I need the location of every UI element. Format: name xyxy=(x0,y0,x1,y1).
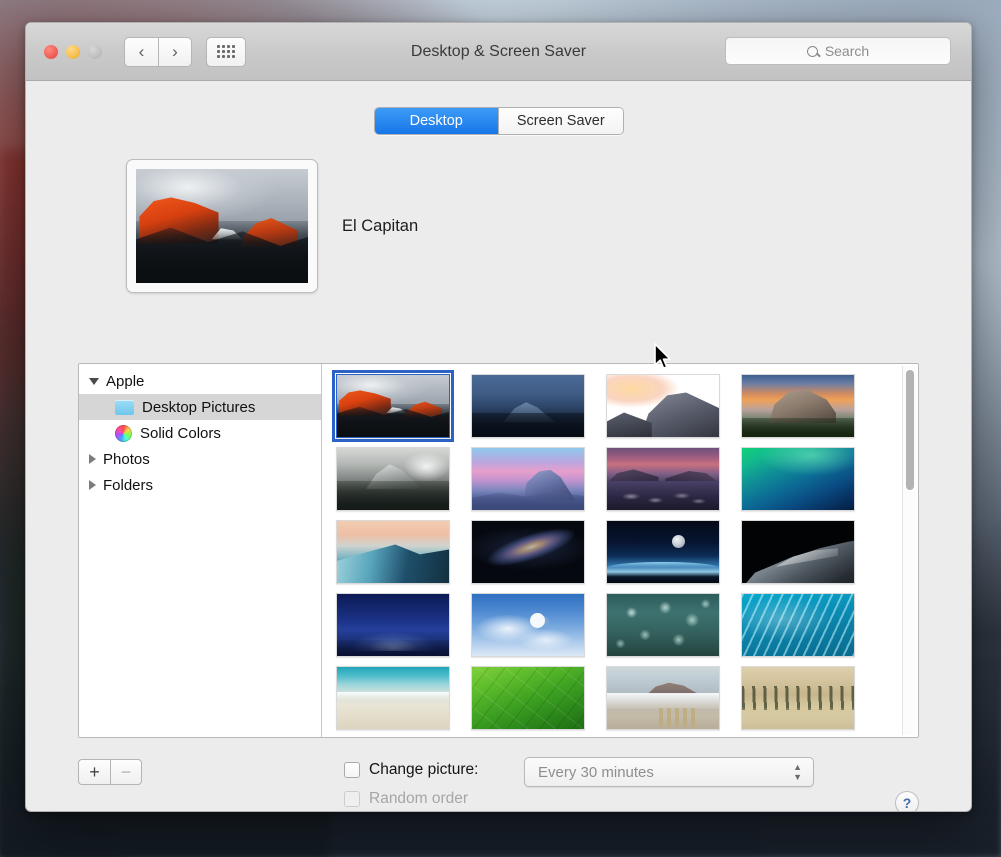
help-button[interactable]: ? xyxy=(895,791,919,811)
wallpaper-thumbnail[interactable] xyxy=(741,447,855,511)
chevron-left-icon: ‹ xyxy=(138,42,145,61)
source-item-photos[interactable]: Photos xyxy=(79,446,321,472)
thumbnail-image xyxy=(337,521,449,583)
change-picture-label: Change picture: xyxy=(369,761,479,778)
vertical-scrollbar[interactable] xyxy=(902,366,916,735)
interval-selected-value: Every 30 minutes xyxy=(538,763,654,781)
grid-view-icon xyxy=(217,45,235,58)
thumbnail-image xyxy=(472,521,584,583)
change-picture-row: Change picture: xyxy=(344,761,478,779)
wallpaper-thumbnail[interactable] xyxy=(471,593,585,657)
wallpaper-thumbnail[interactable] xyxy=(741,593,855,657)
scrollbar-thumb[interactable] xyxy=(906,370,914,490)
system-preferences-window: ‹ › Desktop & Screen Saver Search Deskto… xyxy=(25,22,972,812)
wallpaper-thumbnail[interactable] xyxy=(741,666,855,730)
wallpaper-thumbnail[interactable] xyxy=(336,593,450,657)
preferences-content: Desktop Screen Saver El Capitan Apple De… xyxy=(26,81,971,811)
current-wallpaper-name: El Capitan xyxy=(342,216,419,235)
forward-button[interactable]: › xyxy=(158,36,192,67)
thumbnail-image xyxy=(607,521,719,583)
zoom-button xyxy=(88,44,102,59)
thumbnail-image xyxy=(337,375,449,437)
back-button[interactable]: ‹ xyxy=(124,36,158,67)
thumbnail-image xyxy=(742,521,854,583)
add-folder-button[interactable]: + xyxy=(78,759,110,785)
wallpaper-thumbnail[interactable] xyxy=(336,447,450,511)
wallpaper-thumbnail[interactable] xyxy=(471,520,585,584)
traffic-light-group xyxy=(44,44,102,59)
wallpaper-thumbnail[interactable] xyxy=(471,447,585,511)
random-order-row: Random order xyxy=(344,790,468,808)
wallpaper-thumbnail[interactable] xyxy=(336,666,450,730)
thumbnail-image xyxy=(607,448,719,510)
remove-folder-button: − xyxy=(110,759,142,785)
source-item-desktop-pictures[interactable]: Desktop Pictures xyxy=(79,394,321,420)
disclosure-triangle-right-icon[interactable] xyxy=(89,480,96,490)
chevron-right-icon: › xyxy=(172,42,178,61)
thumbnail-grid-scroll-area[interactable] xyxy=(322,364,918,737)
random-order-checkbox xyxy=(344,791,360,807)
thumbnail-image xyxy=(472,594,584,656)
wallpaper-thumbnail[interactable] xyxy=(606,520,720,584)
wallpaper-thumbnail[interactable] xyxy=(606,447,720,511)
thumbnail-grid xyxy=(322,364,902,730)
thumbnail-image xyxy=(742,375,854,437)
source-item-solid-colors[interactable]: Solid Colors xyxy=(79,420,321,446)
thumbnail-image xyxy=(607,667,719,729)
search-icon xyxy=(806,45,818,57)
wallpaper-thumbnail[interactable] xyxy=(471,374,585,438)
wallpaper-browser: Apple Desktop Pictures Solid Colors Phot… xyxy=(78,363,919,738)
wallpaper-preview-frame[interactable] xyxy=(126,159,318,293)
source-item-label: Solid Colors xyxy=(140,424,221,442)
wallpaper-thumbnail[interactable] xyxy=(606,666,720,730)
add-remove-button-group: + − xyxy=(78,759,142,785)
tab-bar: Desktop Screen Saver xyxy=(373,107,624,135)
change-picture-interval-select[interactable]: Every 30 minutes ▲ ▼ xyxy=(524,757,814,787)
tab-screen-saver[interactable]: Screen Saver xyxy=(498,108,623,134)
wallpaper-thumbnail[interactable] xyxy=(336,520,450,584)
navigation-button-group: ‹ › xyxy=(124,36,192,67)
thumbnail-image xyxy=(337,667,449,729)
source-item-label: Desktop Pictures xyxy=(142,398,256,416)
chevron-up-down-icon: ▲ ▼ xyxy=(793,761,802,782)
source-item-label: Apple xyxy=(106,372,145,390)
wallpaper-thumbnail[interactable] xyxy=(606,374,720,438)
thumbnail-image xyxy=(607,375,719,437)
thumbnail-image xyxy=(337,594,449,656)
wallpaper-thumbnail[interactable] xyxy=(606,593,720,657)
search-placeholder: Search xyxy=(824,43,870,59)
show-all-button[interactable] xyxy=(206,36,246,67)
search-input[interactable]: Search xyxy=(725,37,951,65)
thumbnail-image xyxy=(607,594,719,656)
wallpaper-thumbnail[interactable] xyxy=(332,370,454,442)
thumbnail-image xyxy=(742,448,854,510)
wallpaper-preview-image xyxy=(136,169,308,283)
tab-desktop[interactable]: Desktop xyxy=(374,108,498,134)
source-list: Apple Desktop Pictures Solid Colors Phot… xyxy=(79,364,322,737)
source-item-label: Photos xyxy=(103,450,150,468)
close-button[interactable] xyxy=(44,44,58,59)
source-item-apple[interactable]: Apple xyxy=(79,368,321,394)
window-titlebar: ‹ › Desktop & Screen Saver Search xyxy=(26,23,971,81)
source-item-label: Folders xyxy=(103,476,154,494)
thumbnail-image xyxy=(742,667,854,729)
minimize-button[interactable] xyxy=(66,44,80,59)
disclosure-triangle-down-icon[interactable] xyxy=(89,377,99,385)
wallpaper-thumbnail[interactable] xyxy=(471,666,585,730)
disclosure-triangle-right-icon[interactable] xyxy=(89,454,96,464)
change-picture-checkbox[interactable] xyxy=(344,762,360,778)
thumbnail-image xyxy=(472,375,584,437)
bottom-controls: + − Change picture: Random order Every 3… xyxy=(78,753,919,811)
thumbnail-image xyxy=(337,448,449,510)
wallpaper-thumbnail[interactable] xyxy=(741,520,855,584)
wallpaper-thumbnail[interactable] xyxy=(741,374,855,438)
color-wheel-icon xyxy=(115,424,132,442)
folder-icon xyxy=(115,399,134,415)
current-wallpaper-preview-row: El Capitan xyxy=(50,159,947,293)
random-order-label: Random order xyxy=(369,790,469,807)
thumbnail-image xyxy=(472,448,584,510)
thumbnail-image xyxy=(742,594,854,656)
thumbnail-image xyxy=(472,667,584,729)
source-item-folders[interactable]: Folders xyxy=(79,472,321,498)
